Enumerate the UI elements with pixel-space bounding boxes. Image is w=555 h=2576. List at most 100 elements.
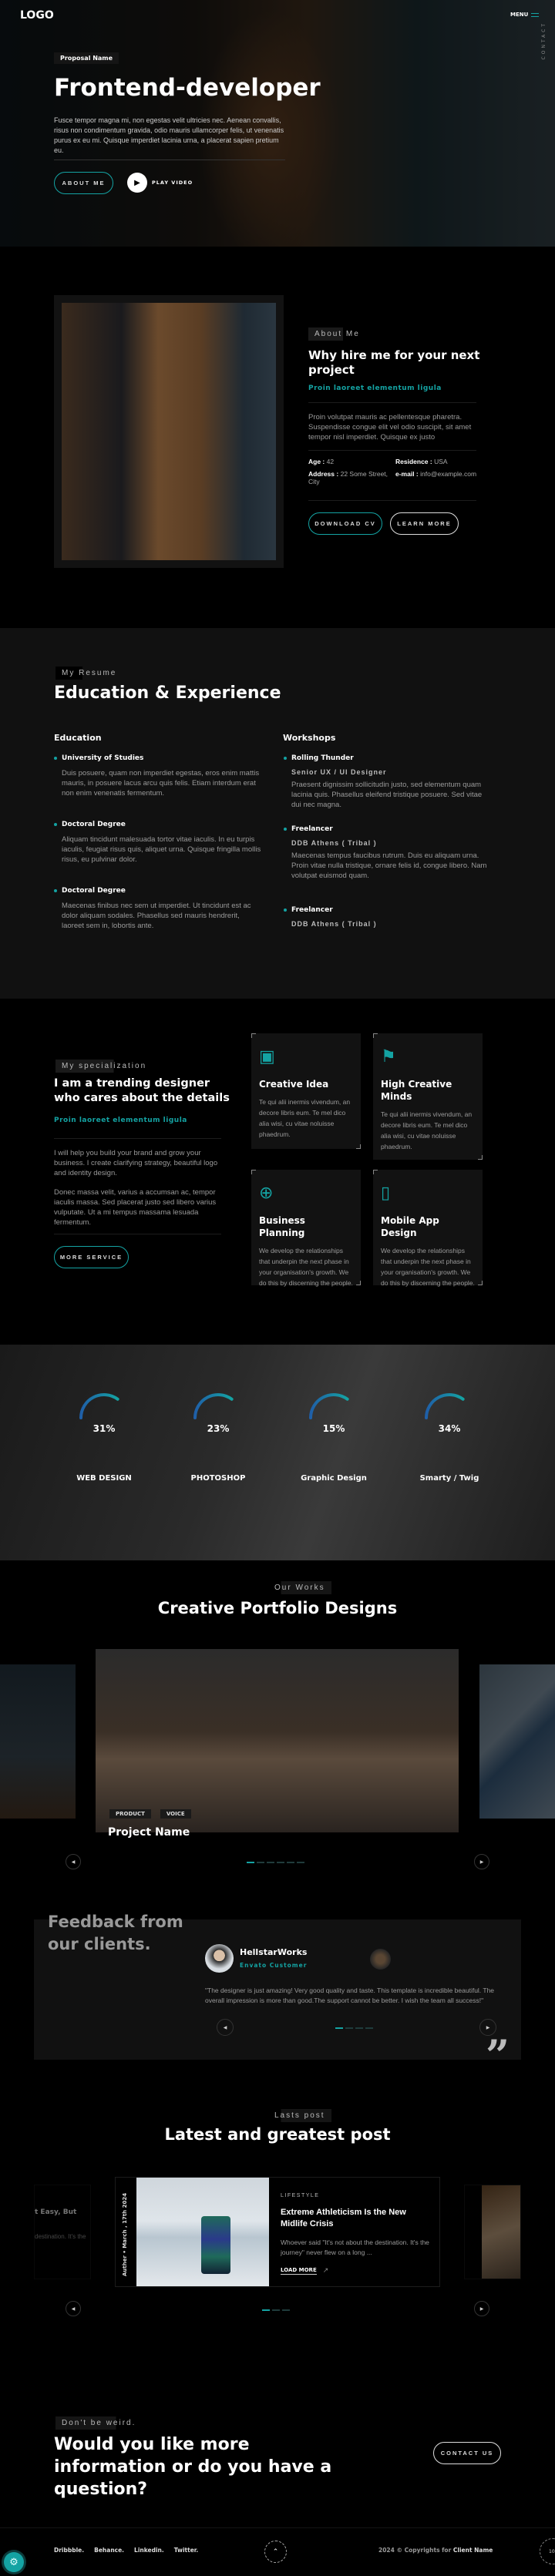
social-link-linkedin[interactable]: Linkedin. [134, 2547, 164, 2554]
education-item: Doctoral Degree Aliquam tincidunt malesua… [54, 821, 261, 864]
menu-icon [531, 12, 540, 17]
special-text-2: Donec massa velit, varius a accumsan ac,… [54, 1188, 217, 1227]
more-service-button[interactable]: MORE SERVICE [54, 1246, 129, 1268]
service-card-title: Mobile App Design [381, 1215, 439, 1238]
info-email: e-mail : info@example.com [395, 470, 477, 478]
service-card-title: Creative Idea [259, 1079, 329, 1090]
posts-prev-button[interactable]: ◀ [66, 2301, 81, 2316]
scroll-top-button[interactable]: ⌃ [264, 2541, 287, 2563]
client-avatar-next[interactable] [370, 1949, 391, 1970]
presentation-icon: ▣ [259, 1047, 275, 1066]
scroll-progress: 100 [540, 2538, 555, 2564]
skill-arc [309, 1393, 349, 1419]
contact-us-button[interactable]: CONTACT US [433, 2442, 501, 2464]
skill-percent: 34% [438, 1423, 461, 1434]
education-item: Doctoral Degree Maecenas finibus nec sem … [54, 887, 262, 931]
workshops-list: Rolling Thunder Senior UX / UI Designer Pr… [284, 754, 492, 928]
rocket-icon: ⚑ [381, 1047, 396, 1066]
contact-side-link[interactable]: CONTACT [541, 22, 547, 59]
portfolio-pagination[interactable] [247, 1862, 304, 1863]
service-card[interactable]: ⊕ Business Planning We develop the relat… [251, 1170, 361, 1287]
skill-percent: 23% [207, 1423, 230, 1434]
posts-next-button[interactable]: ▶ [474, 2301, 489, 2316]
service-card-text: Te qui alii inermis vivendum, an decore … [259, 1098, 351, 1138]
portfolio-tag-item[interactable]: PRODUCT [109, 1809, 151, 1819]
logo[interactable]: LOGO [20, 9, 54, 22]
workshops-heading: Workshops [283, 733, 336, 743]
social-link-dribbble[interactable]: Dribbble. [54, 2547, 84, 2554]
feedback-pagination[interactable] [335, 2027, 373, 2029]
portfolio-next-button[interactable]: ▶ [474, 1854, 489, 1869]
menu-label: MENU [510, 12, 529, 18]
skills-section: 31% WEB DESIGN 23% PHOTOSHOP 15% Graphic… [0, 1345, 555, 1560]
portfolio-next-slide[interactable] [479, 1664, 555, 1819]
special-title: I am a trending designer who cares about… [54, 1077, 230, 1104]
special-text-1: I will help you build your brand and gro… [54, 1149, 218, 1177]
skill-item: 15% Graphic Design [280, 1345, 388, 1560]
posts-pagination[interactable] [262, 2309, 290, 2311]
about-tag: About Me [308, 327, 366, 341]
skill-arc [425, 1393, 465, 1419]
education-heading: Education [54, 733, 102, 743]
hero-text: Fusce tempor magna mi, non egestas velit… [54, 116, 284, 154]
play-video-label: PLAY VIDEO [152, 180, 193, 186]
service-card[interactable]: ⚑ High Creative Minds Te qui alii inermi… [373, 1033, 483, 1160]
education-item: University of Studies Duis posuere, quam … [54, 754, 262, 821]
briefcase-globe-icon: ⊕ [259, 1184, 274, 1203]
about-text: Proin volutpat mauris ac pellentesque ph… [308, 413, 472, 442]
about-photo [62, 303, 276, 560]
load-more-link[interactable]: LOAD MORE ↗ [281, 2267, 328, 2275]
download-cv-button[interactable]: DOWNLOAD CV [308, 512, 382, 535]
portfolio-title: Creative Portfolio Designs [157, 1599, 398, 1617]
settings-gear-button[interactable]: ⚙ [4, 2552, 24, 2572]
portfolio-prev-button[interactable]: ◀ [66, 1854, 81, 1869]
skill-percent: 15% [322, 1423, 345, 1434]
hero-tag: Proposal Name [54, 52, 119, 64]
skill-arc [193, 1393, 234, 1419]
skill-label: Smarty / Twig [419, 1474, 479, 1483]
about-photo-frame [54, 295, 284, 568]
client-name-link[interactable]: Client Name [453, 2547, 493, 2554]
portfolio-prev-slide[interactable] [0, 1664, 76, 1819]
service-card-text: We develop the relationships that underp… [381, 1247, 475, 1287]
post-card[interactable]: Auther • March , 17th 2024 LIFESTYLE Ext… [115, 2177, 440, 2287]
skill-item: 34% Smarty / Twig [395, 1345, 503, 1560]
menu-button[interactable]: MENU [510, 12, 540, 18]
contact-tag: Don't be weird. [56, 2416, 143, 2430]
post-image[interactable] [136, 2178, 269, 2286]
service-card[interactable]: ▯ Mobile App Design We develop the relat… [373, 1170, 483, 1287]
service-card-title: Business Planning [259, 1215, 305, 1238]
load-more-label: LOAD MORE [281, 2267, 317, 2275]
feedback-prev-button[interactable]: ◀ [217, 2019, 234, 2036]
social-link-twitter[interactable]: Twitter. [174, 2547, 199, 2554]
about-me-button[interactable]: ABOUT ME [54, 172, 113, 194]
project-name[interactable]: Project Name [108, 1826, 190, 1839]
learn-more-button[interactable]: LEARN MORE [390, 512, 459, 535]
service-card[interactable]: ▣ Creative Idea Te qui alii inermis vive… [251, 1033, 361, 1149]
play-video-button[interactable]: ▶ PLAY VIDEO [127, 173, 193, 193]
social-links: Dribbble. Behance. Linkedin. Twitter. [54, 2547, 198, 2554]
portfolio-slide-image[interactable] [96, 1649, 459, 1832]
workshop-item: Freelancer DDB Athens ( Tribal ) Maecenas … [284, 825, 492, 906]
post-next-card[interactable] [464, 2185, 521, 2279]
posts-tag: Lasts post [268, 2109, 331, 2122]
hero-title: Frontend-developer [54, 74, 321, 102]
social-link-behance[interactable]: Behance. [94, 2547, 124, 2554]
mobile-pen-icon: ▯ [381, 1184, 391, 1203]
post-prev-card[interactable]: t Easy, But destination. It's the [34, 2185, 91, 2279]
skill-item: 23% PHOTOSHOP [164, 1345, 272, 1560]
feedback-quote: "The designer is just amazing! Very good… [205, 1987, 495, 2004]
copyright: 2024 © Copyrights for Client Name [378, 2547, 493, 2554]
post-title[interactable]: Extreme Athleticism Is the New Midlife C… [281, 2207, 435, 2230]
skill-label: WEB DESIGN [76, 1474, 132, 1483]
service-card-text: We develop the relationships that underp… [259, 1247, 353, 1287]
info-residence: Residence : USA [395, 458, 448, 465]
portfolio-tag-item[interactable]: VOICE [160, 1809, 191, 1819]
about-info: Age : 42 Residence : USA Address : 22 So… [308, 458, 482, 485]
gear-icon: ⚙ [9, 2556, 18, 2568]
client-avatar [205, 1944, 234, 1973]
workshop-item: Freelancer DDB Athens ( Tribal ) [284, 906, 492, 928]
post-category[interactable]: LIFESTYLE [281, 2193, 319, 2198]
post-excerpt: Whoever said "It's not about the destina… [281, 2238, 429, 2256]
feedback-title: Feedback from our clients. [48, 1913, 183, 1953]
